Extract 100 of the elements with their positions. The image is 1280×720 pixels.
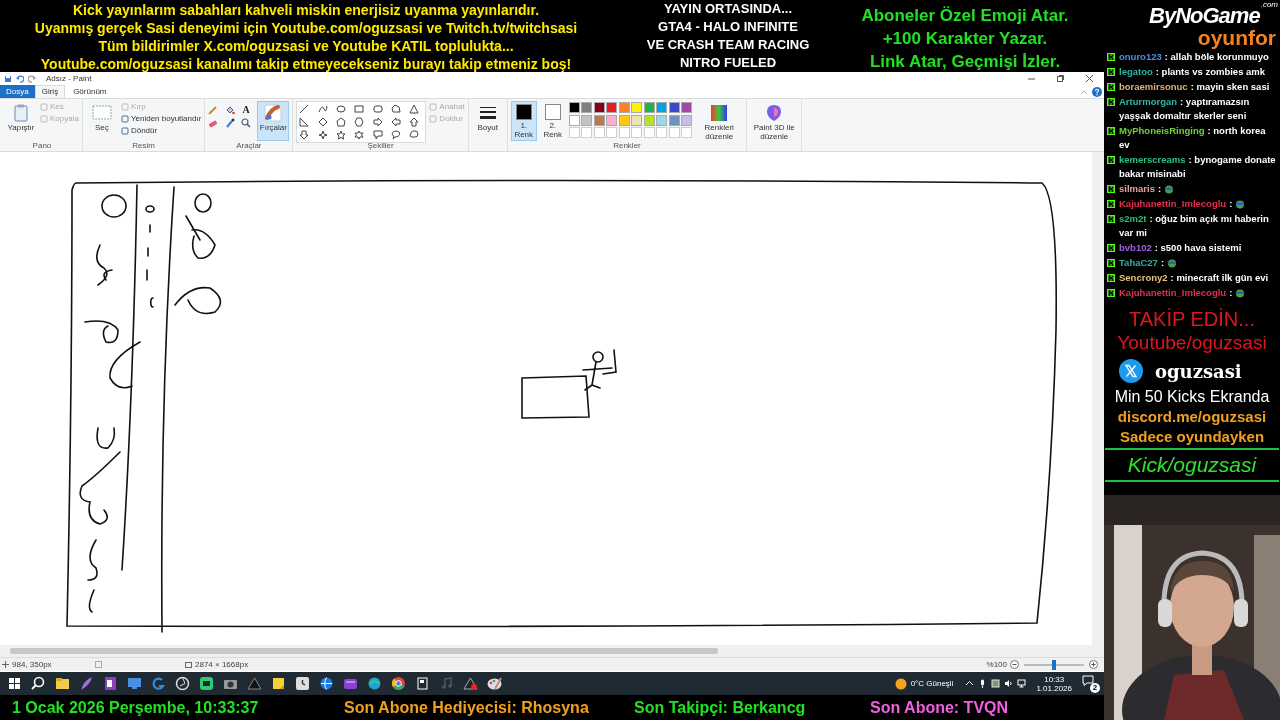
color-button[interactable]: 2. Renk — [539, 101, 566, 141]
palette-color[interactable] — [618, 102, 630, 113]
scrollbar-thumb[interactable] — [10, 648, 718, 654]
kick-icon — [1107, 127, 1115, 135]
file-menu-tab[interactable]: Dosya — [0, 85, 35, 98]
shape-icon[interactable] — [409, 104, 420, 114]
undo-icon[interactable] — [16, 74, 24, 83]
save-icon[interactable] — [4, 74, 12, 83]
shape-icon[interactable] — [372, 130, 383, 140]
volume-icon[interactable] — [1004, 679, 1014, 688]
palette-color[interactable] — [618, 114, 630, 126]
shape-icon[interactable] — [354, 130, 365, 140]
slider-thumb[interactable] — [1052, 659, 1056, 670]
chevron-up-icon[interactable] — [965, 679, 975, 688]
clock-icon[interactable] — [293, 675, 311, 692]
ribbon-tab[interactable]: Görünüm — [65, 85, 115, 98]
fill-bucket-icon[interactable] — [224, 105, 235, 115]
search-icon[interactable] — [29, 675, 47, 692]
color-button[interactable]: 1. Renk — [510, 101, 537, 141]
aperture-icon[interactable] — [173, 675, 191, 692]
shape-icon[interactable] — [354, 117, 365, 127]
ribbon-button[interactable]: Seç — [85, 101, 118, 141]
x-logo-icon — [1119, 359, 1143, 383]
browser-icon[interactable] — [389, 675, 407, 692]
horizontal-scrollbar[interactable] — [0, 645, 1104, 657]
shape-icon[interactable] — [299, 130, 310, 140]
palette-color[interactable] — [681, 114, 693, 126]
shapes-gallery[interactable] — [296, 101, 427, 143]
palette-color[interactable] — [593, 102, 605, 113]
palette-color[interactable] — [643, 114, 655, 126]
palette-color[interactable] — [568, 102, 580, 113]
shape-icon[interactable] — [335, 130, 346, 140]
palette-color[interactable] — [656, 114, 668, 126]
magnifier-icon[interactable] — [241, 118, 251, 128]
clock-date[interactable]: 1.01.2026 — [1036, 683, 1072, 693]
globe-icon[interactable] — [317, 675, 335, 692]
shape-icon[interactable] — [390, 130, 401, 140]
ribbon-button[interactable]: Paint 3D ile düzenle — [750, 101, 799, 141]
palette-color[interactable] — [606, 102, 618, 113]
zoom-in-icon[interactable] — [1089, 660, 1098, 669]
palette-color[interactable] — [643, 102, 655, 113]
selection-icon — [91, 103, 112, 123]
ribbon-button[interactable]: Yeniden boyutlandır — [120, 113, 202, 124]
chat-message: silmaris : — [1119, 182, 1162, 196]
notification-icon[interactable] — [1082, 674, 1094, 686]
chat-message: bvb102 : s500 hava sistemi — [1119, 241, 1243, 255]
clock-time[interactable]: 10:33 — [1044, 674, 1065, 684]
palette-color[interactable] — [668, 114, 680, 126]
shape-icon[interactable] — [299, 117, 310, 127]
shape-icon[interactable] — [335, 104, 346, 114]
help-icon[interactable] — [1092, 87, 1102, 97]
shape-icon[interactable] — [390, 117, 401, 127]
palette-color[interactable] — [568, 114, 580, 126]
chat-message: kemerscreams : bynogame donate bakar misinabi — [1119, 153, 1277, 181]
redo-icon[interactable] — [28, 74, 36, 83]
palette-color[interactable] — [656, 102, 668, 113]
shape-icon[interactable] — [372, 117, 383, 127]
shape-icon[interactable] — [317, 117, 328, 127]
palette-color[interactable] — [581, 102, 593, 113]
shape-icon[interactable] — [390, 104, 401, 114]
monitor-icon[interactable] — [125, 675, 143, 692]
palette-color[interactable] — [681, 102, 693, 113]
zoom-out-icon[interactable] — [1010, 660, 1019, 669]
shape-icon[interactable] — [409, 130, 420, 140]
shape-icon[interactable] — [317, 130, 328, 140]
shape-icon[interactable] — [409, 117, 420, 127]
palette-color[interactable] — [631, 102, 643, 113]
ribbon-tab[interactable]: Giriş — [34, 85, 66, 98]
pencil-icon[interactable] — [208, 105, 219, 115]
triangle-icon[interactable] — [245, 675, 263, 692]
close-icon[interactable] — [1085, 74, 1094, 83]
palette-color[interactable] — [593, 114, 605, 126]
ribbon-button[interactable]: Renkleri düzenle — [695, 101, 744, 141]
kick-icon — [1107, 185, 1115, 193]
text-tool[interactable]: A — [241, 105, 251, 115]
paint-app-icon[interactable] — [485, 675, 503, 692]
shape-icon[interactable] — [354, 104, 365, 114]
vertical-scrollbar[interactable] — [1092, 152, 1104, 645]
eyedropper-icon[interactable] — [224, 118, 235, 128]
notifications-button[interactable]: 2 — [1082, 674, 1100, 693]
ribbon-button[interactable]: Döndür — [120, 125, 202, 136]
palette-color[interactable] — [668, 102, 680, 113]
network-icon[interactable] — [1017, 679, 1027, 688]
ribbon-button[interactable]: Fırçalar — [257, 101, 290, 141]
palette-color[interactable] — [606, 114, 618, 126]
ribbon-button[interactable]: Yapıştır — [5, 101, 37, 141]
shape-icon[interactable] — [317, 104, 328, 114]
palette-color[interactable] — [631, 114, 643, 126]
shape-icon[interactable] — [299, 104, 310, 114]
folder-icon[interactable] — [53, 675, 71, 692]
eraser-icon[interactable] — [208, 118, 219, 128]
shape-icon[interactable] — [372, 104, 383, 114]
shape-icon[interactable] — [335, 117, 346, 127]
tray-app-icon[interactable] — [991, 679, 1001, 688]
record-app-icon[interactable] — [461, 675, 479, 692]
palette-color[interactable] — [581, 114, 593, 126]
ribbon-button[interactable]: Boyut — [471, 101, 504, 141]
wave-browser-icon[interactable] — [365, 675, 383, 692]
chat-app-icon[interactable] — [197, 675, 215, 692]
restore-icon[interactable] — [1056, 74, 1065, 83]
